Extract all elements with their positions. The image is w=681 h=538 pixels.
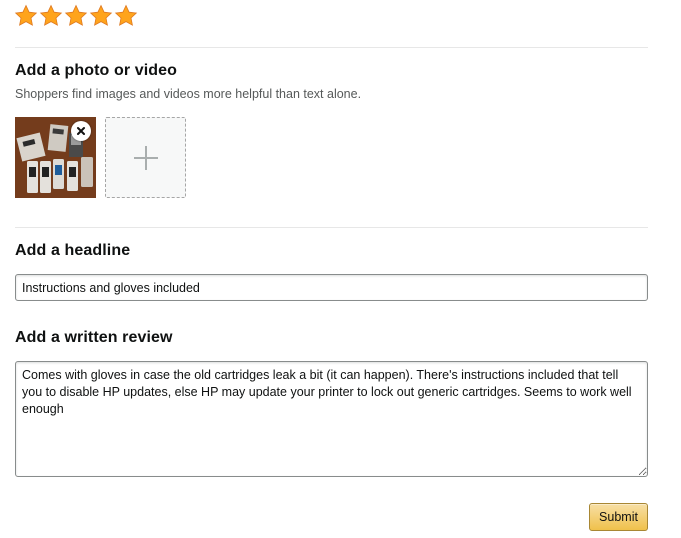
add-photo-button[interactable] [105,117,186,198]
review-textarea[interactable]: Comes with gloves in case the old cartri… [15,361,648,477]
star-icon[interactable] [114,4,138,28]
star-icon[interactable] [39,4,63,28]
plus-icon [133,145,158,170]
photo-section-subtitle: Shoppers find images and videos more hel… [15,87,362,101]
divider [15,227,648,228]
divider [15,47,648,48]
star-icon[interactable] [64,4,88,28]
star-icon[interactable] [89,4,113,28]
headline-input[interactable] [15,274,648,301]
star-icon[interactable] [14,4,38,28]
star-rating [14,4,138,28]
submit-button[interactable]: Submit [589,503,648,531]
photo-section-title: Add a photo or video [15,62,177,79]
remove-photo-button[interactable] [71,121,91,141]
review-section-title: Add a written review [15,329,173,346]
headline-section-title: Add a headline [15,242,131,259]
close-icon [77,127,85,135]
